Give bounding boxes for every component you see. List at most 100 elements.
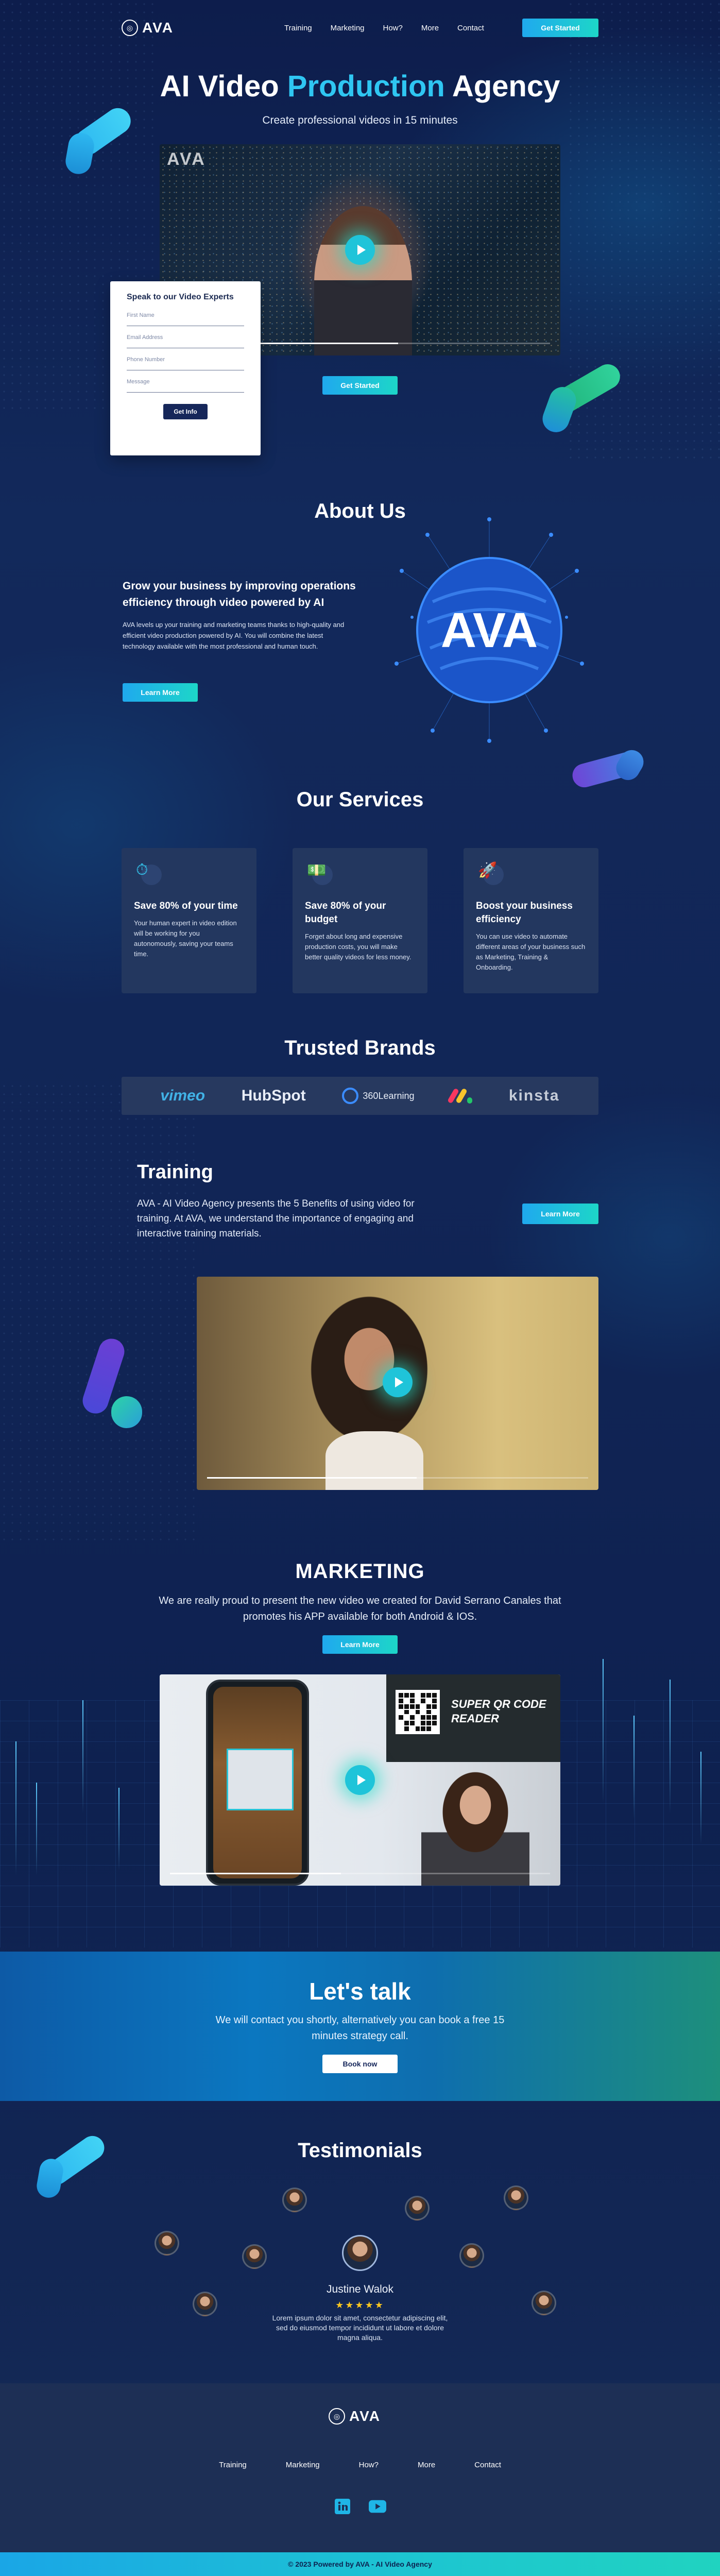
contact-form: Speak to our Video Experts First Name Em… (110, 281, 261, 455)
globe-logo-text: AVA (441, 603, 538, 658)
talk-title: Let's talk (309, 1978, 411, 2005)
marketing-title: MARKETING (295, 1560, 425, 1583)
ava-network-graphic: AVA (381, 509, 597, 751)
footer: ◎ AVA Training Marketing How? More Conta… (0, 2383, 720, 2552)
rocket-icon: 🚀 (476, 861, 505, 887)
youtube-icon[interactable] (369, 2498, 386, 2515)
marketing-learn-more-button[interactable]: Learn More (322, 1635, 398, 1654)
light-spike (633, 1716, 635, 1819)
light-spike (118, 1788, 119, 1870)
video-progress-bar[interactable] (170, 1873, 550, 1874)
brand-strip: vimeo HubSpot 360Learning kinsta (122, 1077, 598, 1115)
logo-mark-icon: ◎ (122, 20, 138, 36)
scanned-card (227, 1749, 294, 1810)
brand-vimeo: vimeo (160, 1087, 205, 1104)
page: ◎ AVA Training Marketing How? More Conta… (0, 0, 720, 2576)
phone-screen (213, 1687, 302, 1878)
about-body: AVA levels up your training and marketin… (123, 621, 345, 650)
hero-title: AI Video Production Agency (0, 69, 720, 104)
brand-360learning-label: 360Learning (363, 1090, 415, 1101)
play-button-icon[interactable] (345, 235, 375, 265)
avatar-selected[interactable] (342, 2235, 378, 2271)
video-overlay-text: SUPER QR CODE READER (451, 1698, 546, 1725)
marketing-video-player[interactable]: SUPER QR CODE READER (160, 1674, 560, 1886)
linkedin-icon[interactable] (334, 2498, 351, 2515)
footer-link-contact[interactable]: Contact (474, 2461, 501, 2469)
footer-links: Training Marketing How? More Contact (0, 2461, 720, 2469)
phone-mockup (206, 1680, 309, 1886)
light-spike (82, 1700, 83, 1814)
footer-link-marketing[interactable]: Marketing (286, 2461, 320, 2469)
testimonial-name: Justine Walok (327, 2283, 393, 2295)
service-title: Save 80% of your time (134, 901, 238, 911)
nav-link-marketing[interactable]: Marketing (331, 24, 365, 32)
avatar[interactable] (504, 2185, 528, 2210)
footer-link-training[interactable]: Training (219, 2461, 247, 2469)
brands-title: Trusted Brands (284, 1037, 436, 1059)
about-title: About Us (314, 500, 406, 522)
email-field[interactable]: Email Address (127, 334, 244, 348)
footer-link-more[interactable]: More (418, 2461, 435, 2469)
nav-link-how[interactable]: How? (383, 24, 403, 32)
nav-get-started-button[interactable]: Get Started (522, 19, 598, 37)
qr-code-icon (396, 1690, 440, 1734)
services-title: Our Services (296, 788, 424, 811)
service-body: You can use video to automate different … (476, 933, 586, 971)
testimonials-title: Testimonials (298, 2139, 422, 2162)
nav-link-training[interactable]: Training (284, 24, 312, 32)
avatar[interactable] (242, 2244, 267, 2269)
message-field[interactable]: Message (127, 379, 244, 393)
video-progress-fill (170, 1873, 341, 1874)
service-title: Boost your business efficiency (476, 901, 573, 925)
nav-link-contact[interactable]: Contact (457, 24, 484, 32)
brand-kinsta: kinsta (508, 1087, 560, 1104)
service-card-time: ⏱ Save 80% of your time Your human exper… (122, 848, 256, 993)
footer-logo[interactable]: ◎ AVA (329, 2408, 381, 2425)
nav-link-more[interactable]: More (421, 24, 439, 32)
avatar[interactable] (405, 2196, 430, 2221)
nav-links: Training Marketing How? More Contact (284, 24, 503, 32)
about-learn-more-button[interactable]: Learn More (123, 683, 198, 702)
book-now-button[interactable]: Book now (322, 2055, 398, 2073)
brand-360learning: 360Learning (342, 1088, 415, 1104)
hero-title-part: Agency (452, 70, 560, 103)
light-spike (15, 1741, 16, 1875)
avatar[interactable] (459, 2243, 484, 2268)
hero-get-started-button[interactable]: Get Started (322, 376, 398, 395)
top-nav: ◎ AVA Training Marketing How? More Conta… (122, 18, 598, 38)
video-progress-bar[interactable] (207, 1477, 588, 1479)
play-button-icon[interactable] (345, 1765, 375, 1795)
talk-body: We will contact you shortly, alternative… (215, 2014, 505, 2042)
footer-link-how[interactable]: How? (359, 2461, 379, 2469)
play-button-icon[interactable] (383, 1367, 413, 1397)
service-title: Save 80% of your budget (305, 901, 386, 925)
rating-stars-icon: ★★★★★ (335, 2300, 385, 2310)
copyright-bar: © 2023 Powered by AVA - AI Video Agency (0, 2552, 720, 2576)
phone-field[interactable]: Phone Number (127, 357, 244, 370)
light-spike (700, 1752, 701, 1844)
presenter-shirt (325, 1431, 423, 1490)
training-video-player[interactable] (197, 1277, 598, 1490)
hero-title-accent: Production (287, 70, 445, 103)
avatar[interactable] (155, 2231, 179, 2256)
about-heading: Grow your business by improving operatio… (123, 580, 356, 608)
avatar[interactable] (282, 2188, 307, 2212)
marketing-body: We are really proud to present the new v… (159, 1595, 561, 1622)
training-learn-more-button[interactable]: Learn More (522, 1204, 598, 1224)
service-body: Forget about long and expensive producti… (305, 933, 412, 961)
stopwatch-icon: ⏱ (134, 861, 163, 887)
service-card-budget: 💵 Save 80% of your budget Forget about l… (293, 848, 427, 993)
hero-title-part: AI Video (160, 70, 279, 103)
training-title: Training (137, 1161, 213, 1183)
social-links (0, 2498, 720, 2515)
form-title: Speak to our Video Experts (127, 293, 234, 301)
service-body: Your human expert in video edition will … (134, 919, 237, 958)
360learning-icon (342, 1088, 359, 1104)
get-info-button[interactable]: Get Info (163, 404, 208, 419)
logo-text: AVA (142, 20, 174, 36)
decorative-blob (35, 2157, 65, 2200)
logo-mark-icon: ◎ (329, 2408, 345, 2425)
logo[interactable]: ◎ AVA (122, 20, 174, 36)
first-name-field[interactable]: First Name (127, 312, 244, 326)
money-icon: 💵 (305, 861, 334, 887)
